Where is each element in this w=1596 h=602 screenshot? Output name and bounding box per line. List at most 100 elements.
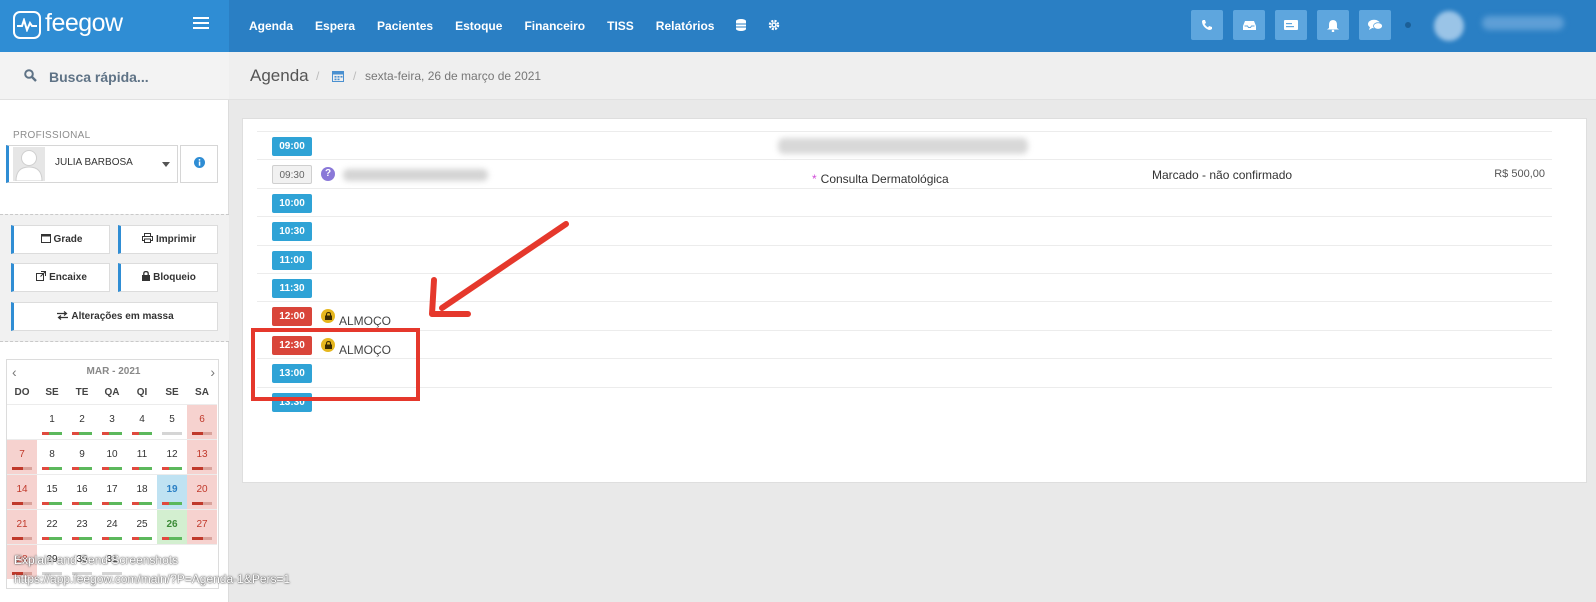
nav-pacientes[interactable]: Pacientes [377,19,433,33]
occupancy-bar [102,537,122,540]
gear-icon[interactable] [768,19,780,34]
schedule-row[interactable]: 09:30? * Consulta Dermatológica Marcado - n… [257,159,1552,187]
calendar-day[interactable]: 8 [37,439,67,474]
calendar-day[interactable]: 19 [157,474,187,509]
procedure-name: Consulta Dermatológica [820,172,949,187]
bell-icon[interactable] [1317,10,1349,40]
search-icon [24,69,37,87]
time-slot-badge[interactable]: 09:30 [272,165,312,185]
encaixe-button[interactable]: Encaixe [11,263,110,292]
calendar-day-number: 15 [46,484,58,495]
chat-icon[interactable] [1359,10,1391,40]
calendar-day[interactable]: 15 [37,474,67,509]
calendar-empty-cell [7,404,37,439]
bloqueio-button[interactable]: Bloqueio [118,263,218,292]
schedule-row[interactable]: 12:30 ALMOÇO [257,329,1552,358]
occupancy-bar [132,432,152,435]
schedule-row[interactable]: 13:00 [257,358,1552,386]
calendar-day-number: 12 [166,449,178,460]
brand-area[interactable]: feegow [0,0,229,52]
calendar-day[interactable]: 2 [67,404,97,439]
schedule-row[interactable]: 10:00 [257,187,1552,216]
calendar-day[interactable]: 13 [187,439,217,474]
user-name-blurred[interactable] [1482,16,1564,30]
time-slot-badge[interactable]: 11:00 [272,250,312,270]
calendar-day[interactable]: 22 [37,509,67,544]
asterisk-icon: * [812,172,817,187]
calendar-day[interactable]: 7 [7,439,37,474]
calendar-day[interactable]: 9 [67,439,97,474]
calendar-day[interactable]: 12 [157,439,187,474]
external-link-icon [36,271,47,284]
lock-icon [142,270,151,284]
occupancy-bar [12,467,32,470]
chevron-right-icon[interactable]: › [210,364,215,380]
alteracoes-em-massa-button[interactable]: Alterações em massa [11,302,218,331]
calendar-day[interactable]: 17 [97,474,127,509]
calendar-day[interactable]: 25 [127,509,157,544]
occupancy-bar [42,502,62,505]
calendar-day[interactable]: 26 [157,509,187,544]
time-slot-badge[interactable]: 10:30 [272,222,312,242]
calendar-day[interactable]: 16 [67,474,97,509]
breadcrumb: Agenda / / sexta-feira, 26 de março de 2… [229,52,1596,100]
schedule-row[interactable]: 13:30 [257,386,1552,415]
nav-agenda[interactable]: Agenda [249,19,293,33]
breadcrumb-separator: / [316,69,320,83]
database-icon[interactable] [736,18,747,34]
calendar-day[interactable]: 20 [187,474,217,509]
time-slot-badge[interactable]: 11:30 [272,279,312,298]
calendar-day[interactable]: 27 [187,509,217,544]
question-icon[interactable]: ? [321,167,335,182]
calendar-day-number: 10 [106,449,118,460]
imprimir-button[interactable]: Imprimir [118,225,218,254]
calendar-day[interactable]: 24 [97,509,127,544]
calendar-day[interactable]: 1 [37,404,67,439]
calendar-month-title: MAR - 2021 [86,366,141,377]
page-title[interactable]: Agenda [250,66,309,86]
nav-tiss[interactable]: TISS [607,19,634,33]
calendar-day-number: 17 [106,484,118,495]
time-slot-badge[interactable]: 10:00 [272,193,312,213]
professional-label: PROFISSIONAL [13,130,91,141]
time-slot-badge[interactable]: 09:00 [272,137,312,156]
occupancy-bar [162,467,182,470]
calendar-day[interactable]: 4 [127,404,157,439]
calendar-weekday: SA [195,387,209,398]
quick-search[interactable]: Busca rápida... [0,52,229,100]
occupancy-bar [162,432,182,435]
user-avatar[interactable] [1434,11,1464,41]
card-icon[interactable] [1275,10,1307,40]
patient-name-blurred[interactable] [343,169,488,182]
nav-estoque[interactable]: Estoque [455,19,502,33]
calendar-day[interactable]: 11 [127,439,157,474]
calendar-day[interactable]: 23 [67,509,97,544]
calendar-day-number: 16 [76,484,88,495]
calendar-day[interactable]: 21 [7,509,37,544]
nav-espera[interactable]: Espera [315,19,355,33]
calendar-day-number: 1 [49,414,55,425]
phone-icon[interactable] [1191,10,1223,40]
calendar-day[interactable]: 5 [157,404,187,439]
grade-button[interactable]: Grade [11,225,110,254]
info-button[interactable] [180,145,218,183]
calendar-day[interactable]: 10 [97,439,127,474]
occupancy-bar [102,432,122,435]
menu-toggle-icon[interactable] [193,17,209,29]
schedule-row[interactable]: 09:00 [257,131,1552,159]
imprimir-label: Imprimir [155,234,196,245]
time-slot-badge[interactable]: 12:00 [272,307,312,327]
nav-relatorios[interactable]: Relatórios [656,19,715,33]
highlight-box [251,328,420,401]
calendar-header: ‹ MAR - 2021 › [7,360,218,382]
calendar-day[interactable]: 6 [187,404,217,439]
nav-financeiro[interactable]: Financeiro [524,19,585,33]
calendar-day-number: 19 [166,484,178,495]
calendar-day[interactable]: 3 [97,404,127,439]
professional-select[interactable]: JULIA BARBOSA [6,145,178,183]
calendar-day-number: 8 [49,449,55,460]
calendar-day[interactable]: 18 [127,474,157,509]
inbox-icon[interactable] [1233,10,1265,40]
calendar-day[interactable]: 14 [7,474,37,509]
calendar-day-number: 7 [19,449,25,460]
